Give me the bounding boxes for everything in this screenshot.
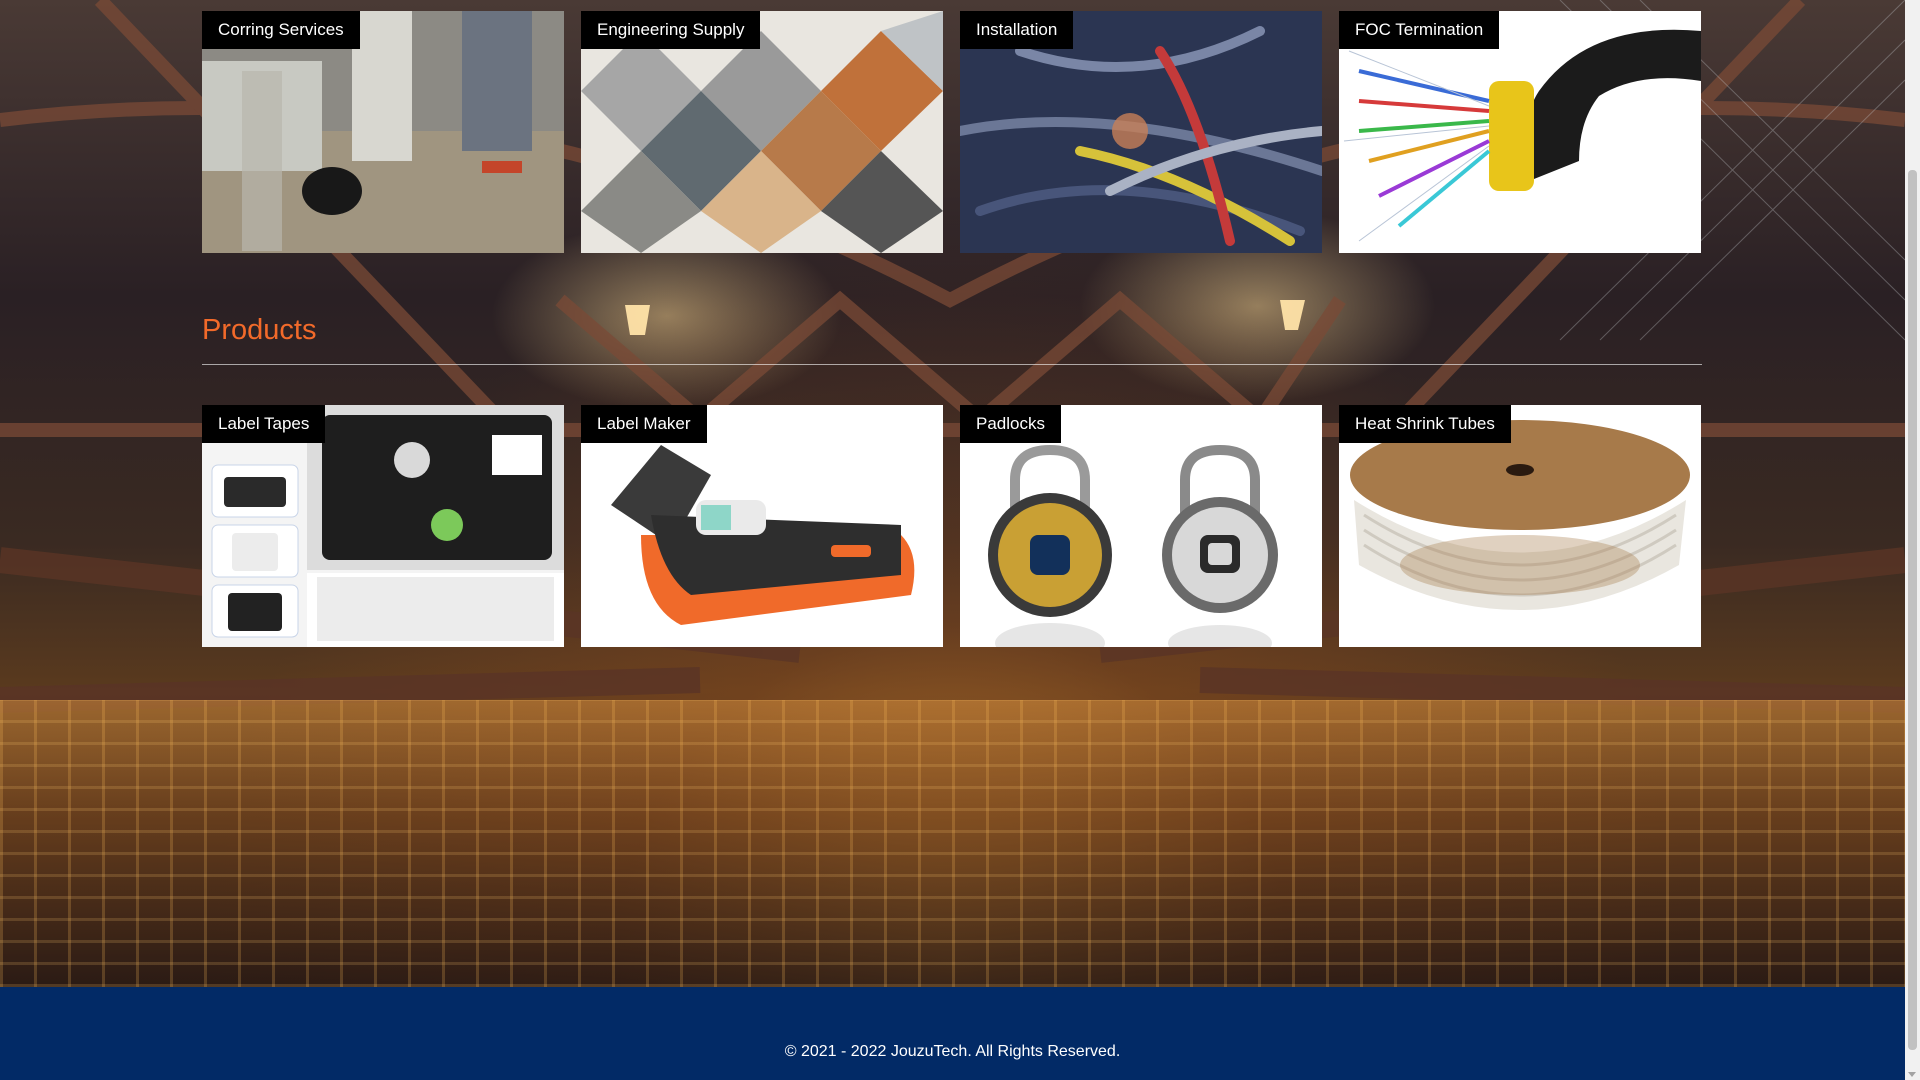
service-label: Installation — [960, 11, 1074, 49]
product-label: Label Tapes — [202, 405, 326, 443]
vertical-scrollbar[interactable] — [1905, 0, 1920, 1080]
copyright-text: © 2021 - 2022 JouzuTech. All Rights Rese… — [784, 1043, 1121, 1060]
product-label: Label Maker — [581, 405, 707, 443]
products-row: Label Tapes Label Maker Padlocks Heat Sh… — [202, 405, 1702, 647]
service-card-foc-termination[interactable]: FOC Termination — [1339, 11, 1701, 253]
product-card-label-maker[interactable]: Label Maker — [581, 405, 943, 647]
service-label: FOC Termination — [1339, 11, 1500, 49]
service-card-installation[interactable]: Installation — [960, 11, 1322, 253]
product-card-heat-shrink-tubes[interactable]: Heat Shrink Tubes — [1339, 405, 1701, 647]
service-label: Engineering Supply — [581, 11, 761, 49]
product-card-label-tapes[interactable]: Label Tapes — [202, 405, 564, 647]
site-footer: © 2021 - 2022 JouzuTech. All Rights Rese… — [0, 987, 1905, 1080]
service-card-engineering-supply[interactable]: Engineering Supply — [581, 11, 943, 253]
page: Corring Services Engineering Supply Inst… — [0, 0, 1905, 1080]
product-label: Padlocks — [960, 405, 1061, 443]
product-card-padlocks[interactable]: Padlocks — [960, 405, 1322, 647]
product-label: Heat Shrink Tubes — [1339, 405, 1511, 443]
scrollbar-thumb[interactable] — [1908, 170, 1917, 1050]
floor-grating — [0, 700, 1905, 987]
section-divider — [202, 364, 1702, 365]
service-label: Corring Services — [202, 11, 360, 49]
services-row: Corring Services Engineering Supply Inst… — [202, 11, 1702, 253]
products-heading: Products — [202, 314, 317, 346]
scroll-down-arrow-icon[interactable] — [1908, 1072, 1916, 1077]
service-card-corring[interactable]: Corring Services — [202, 11, 564, 253]
